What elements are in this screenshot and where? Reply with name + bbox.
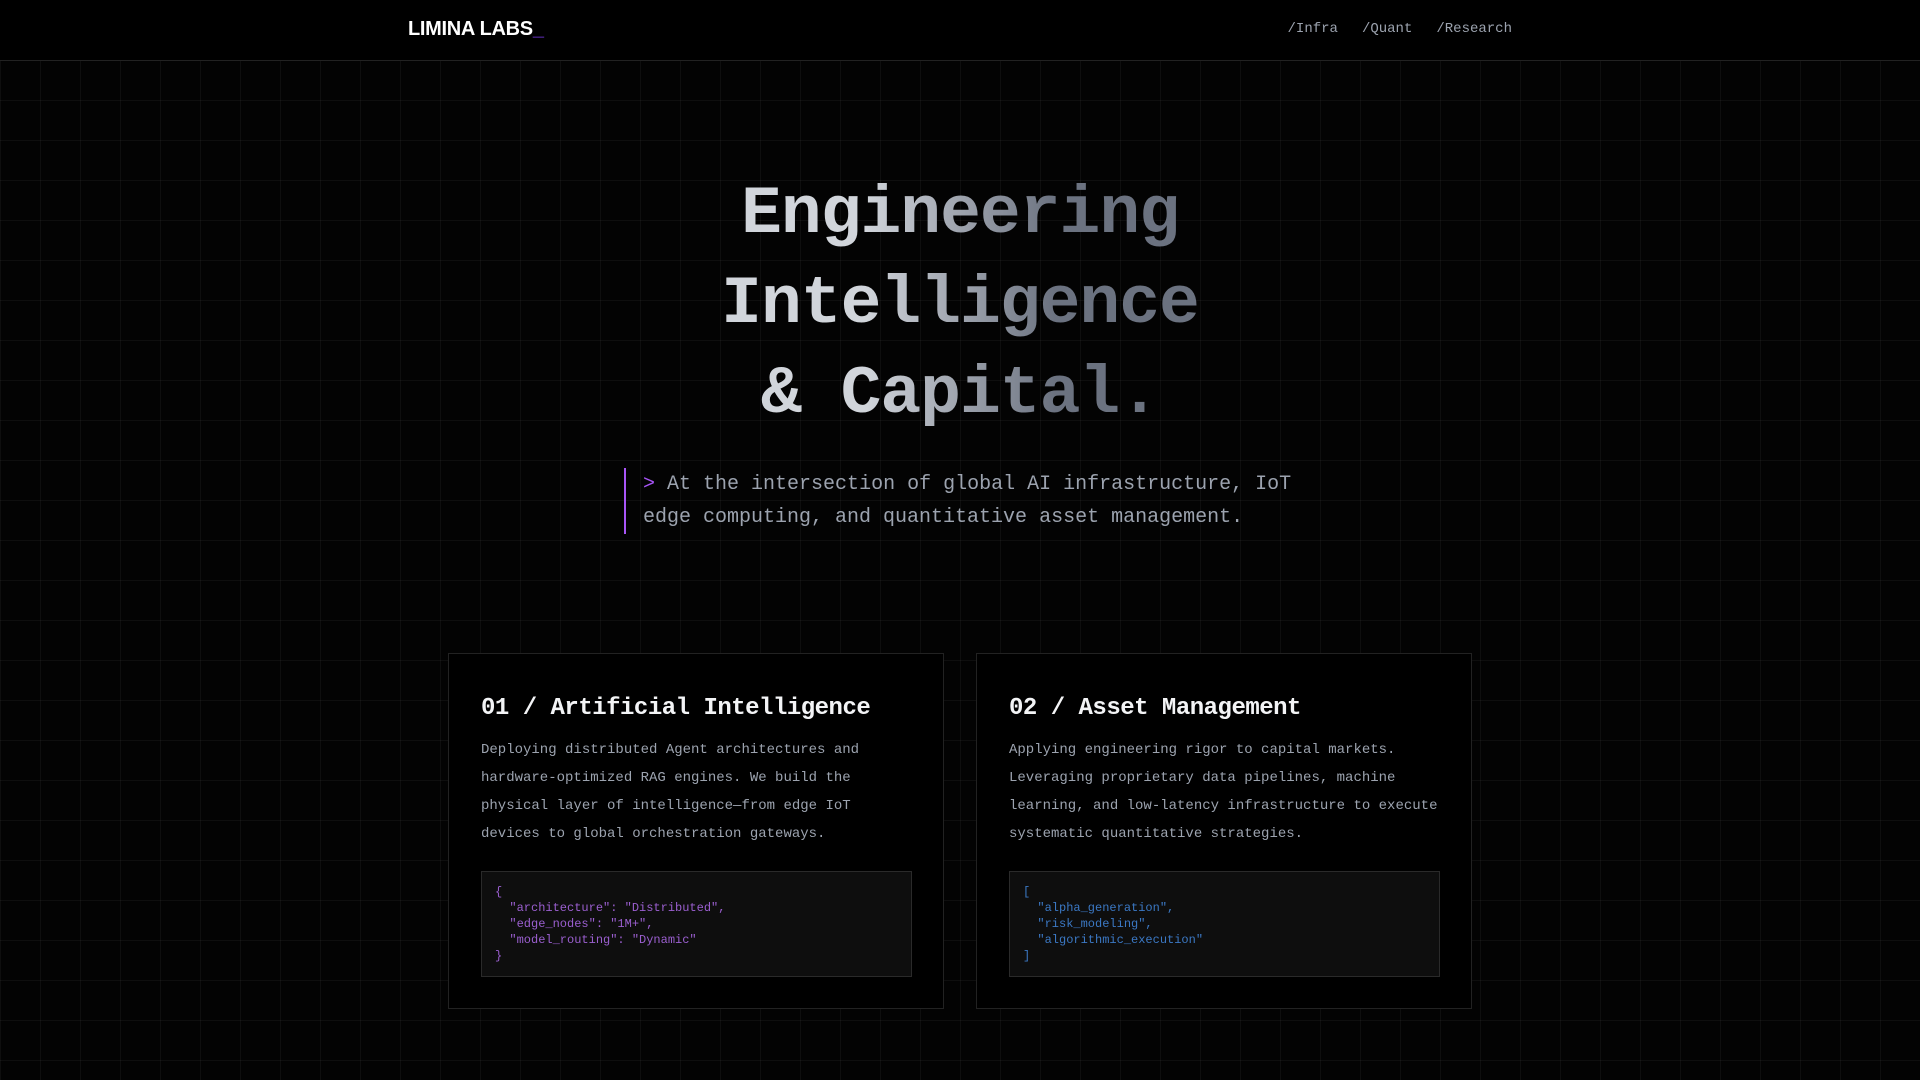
logo-cursor: _ <box>532 18 544 40</box>
card-body: Applying engineering rigor to capital ma… <box>1009 742 1438 842</box>
code-block: [ "alpha_generation", "risk_modeling", "… <box>1009 871 1440 977</box>
nav-quant[interactable]: /Quant <box>1362 21 1412 37</box>
logo[interactable]: LIMINA LABS_ <box>408 18 544 41</box>
hero-title-line: & Capital. <box>760 356 1160 433</box>
prompt-icon: > <box>643 473 656 496</box>
main-nav: /Infra /Quant /Research <box>1288 21 1512 37</box>
card-body: Deploying distributed Agent architecture… <box>481 742 860 842</box>
nav-infra[interactable]: /Infra <box>1288 21 1338 37</box>
logo-text: LIMINA LABS <box>408 18 533 40</box>
hero: Engineering Intelligence & Capital. <box>0 170 1920 440</box>
hero-title-line: Engineering <box>741 176 1179 253</box>
card-ai: 01 / Artificial Intelligence Deploying d… <box>448 653 944 1009</box>
code-block: { "architecture": "Distributed", "edge_n… <box>481 871 912 977</box>
hero-title: Engineering Intelligence & Capital. <box>721 170 1199 440</box>
nav-research[interactable]: /Research <box>1436 21 1512 37</box>
card-title: 01 / Artificial Intelligence <box>481 695 871 722</box>
site-header: LIMINA LABS_ /Infra /Quant /Research <box>0 0 1920 61</box>
subtitle-text: At the intersection of global AI infrast… <box>643 473 1292 529</box>
card-asset-management: 02 / Asset Management Applying engineeri… <box>976 653 1472 1009</box>
hero-title-line: Intelligence <box>721 266 1199 343</box>
hero-subtitle: > At the intersection of global AI infra… <box>624 468 1324 534</box>
card-title: 02 / Asset Management <box>1009 695 1301 722</box>
